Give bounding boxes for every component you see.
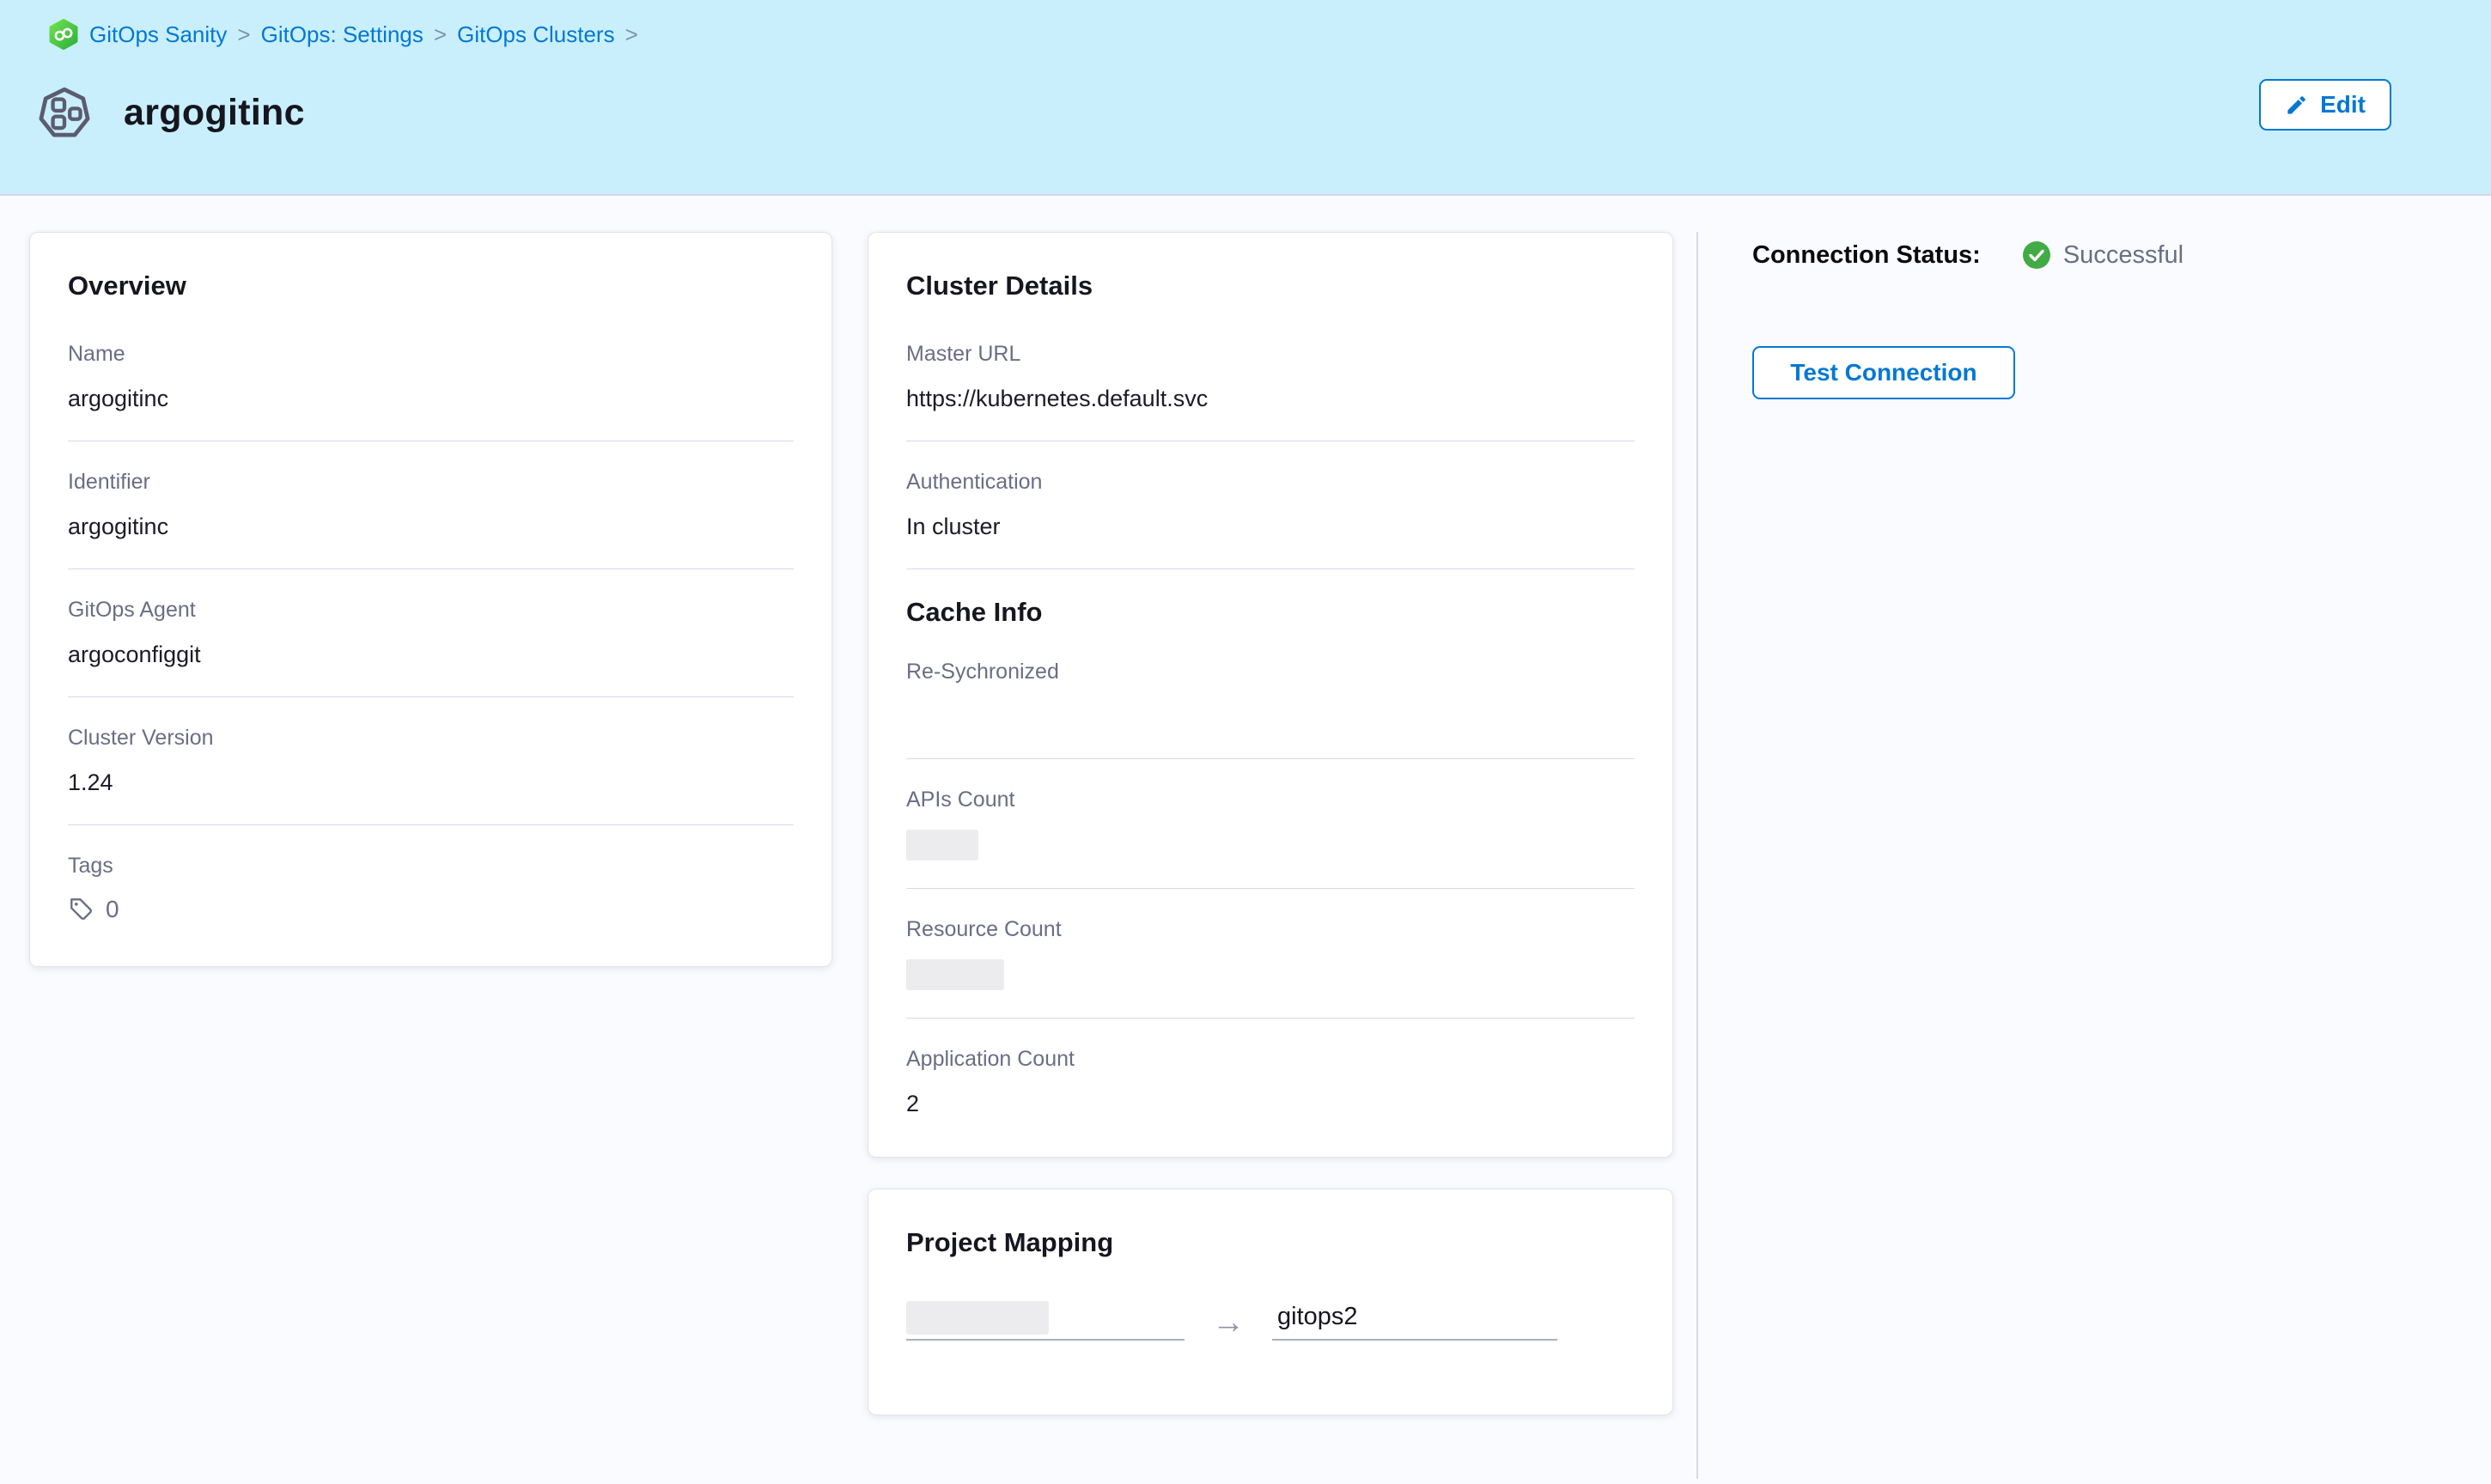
- breadcrumb-item-gitops-sanity[interactable]: GitOps Sanity: [89, 21, 227, 48]
- field-label: Resource Count: [906, 916, 1635, 942]
- tag-icon: [68, 896, 95, 923]
- arrow-right-icon: →: [1212, 1305, 1245, 1341]
- field-value: 2: [906, 1089, 1635, 1118]
- field-value: argoconfiggit: [68, 640, 794, 669]
- breadcrumb: GitOps Sanity > GitOps: Settings > GitOp…: [48, 19, 638, 50]
- cluster-details-card: Cluster Details Master URL https://kuber…: [868, 232, 1673, 1158]
- vertical-divider: [1696, 232, 1698, 1479]
- field-label: Identifier: [68, 469, 794, 495]
- connection-status-row: Connection Status: Successful: [1752, 240, 2183, 270]
- success-check-icon: [2022, 240, 2051, 270]
- divider: [68, 696, 794, 697]
- project-mapping-heading: Project Mapping: [906, 1227, 1635, 1258]
- overview-card: Overview Name argogitinc Identifier argo…: [29, 232, 832, 967]
- tags-row: 0: [68, 896, 794, 923]
- project-mapping-card: Project Mapping → gitops2: [868, 1189, 1673, 1415]
- target-project-field[interactable]: gitops2: [1272, 1303, 1557, 1341]
- field-value: argogitinc: [68, 384, 794, 413]
- skeleton-placeholder: [906, 1301, 1049, 1335]
- field-label: Cluster Version: [68, 725, 794, 751]
- pencil-icon: [2285, 94, 2308, 117]
- breadcrumb-separator: >: [434, 21, 447, 48]
- skeleton-placeholder: [906, 959, 1004, 990]
- divider: [906, 1018, 1635, 1019]
- title-row: argogitinc: [36, 84, 305, 141]
- cluster-icon: [36, 84, 93, 141]
- field-value: argogitinc: [68, 512, 794, 541]
- skeleton-placeholder: [906, 830, 978, 861]
- gitops-logo-icon: [48, 19, 79, 50]
- field-label: Master URL: [906, 341, 1635, 367]
- edit-button[interactable]: Edit: [2259, 79, 2391, 131]
- breadcrumb-item-gitops-clusters[interactable]: GitOps Clusters: [457, 21, 615, 48]
- page-body: Overview Name argogitinc Identifier argo…: [0, 196, 2491, 1484]
- field-label: GitOps Agent: [68, 597, 794, 623]
- divider: [68, 824, 794, 825]
- page-title: argogitinc: [124, 92, 305, 134]
- breadcrumb-separator: >: [237, 21, 250, 48]
- field-value: In cluster: [906, 512, 1635, 541]
- connection-status-value: Successful: [2063, 241, 2183, 270]
- field-label: Re-Sychronized: [906, 659, 1635, 684]
- source-project-field[interactable]: [906, 1298, 1185, 1341]
- page-header: GitOps Sanity > GitOps: Settings > GitOp…: [0, 0, 2491, 196]
- field-label: Authentication: [906, 469, 1635, 495]
- divider: [906, 758, 1635, 759]
- field-label: Name: [68, 341, 794, 367]
- gitops-cluster-detail-page: GitOps Sanity > GitOps: Settings > GitOp…: [0, 0, 2491, 1484]
- breadcrumb-separator: >: [625, 21, 638, 48]
- field-value: 1.24: [68, 768, 794, 797]
- overview-heading: Overview: [68, 271, 794, 301]
- test-connection-button[interactable]: Test Connection: [1752, 346, 2015, 399]
- project-mapping-row: → gitops2: [906, 1298, 1635, 1341]
- field-value-empty: [906, 702, 1635, 731]
- cache-info-heading: Cache Info: [906, 597, 1635, 628]
- divider: [906, 888, 1635, 889]
- field-value: https://kubernetes.default.svc: [906, 384, 1635, 413]
- field-label: Application Count: [906, 1046, 1635, 1072]
- field-label: APIs Count: [906, 787, 1635, 812]
- cluster-details-heading: Cluster Details: [906, 271, 1635, 301]
- connection-status-label: Connection Status:: [1752, 241, 1981, 270]
- tags-label: Tags: [68, 853, 794, 879]
- edit-button-label: Edit: [2320, 91, 2366, 119]
- breadcrumb-item-gitops-settings[interactable]: GitOps: Settings: [261, 21, 423, 48]
- tags-count: 0: [106, 896, 119, 923]
